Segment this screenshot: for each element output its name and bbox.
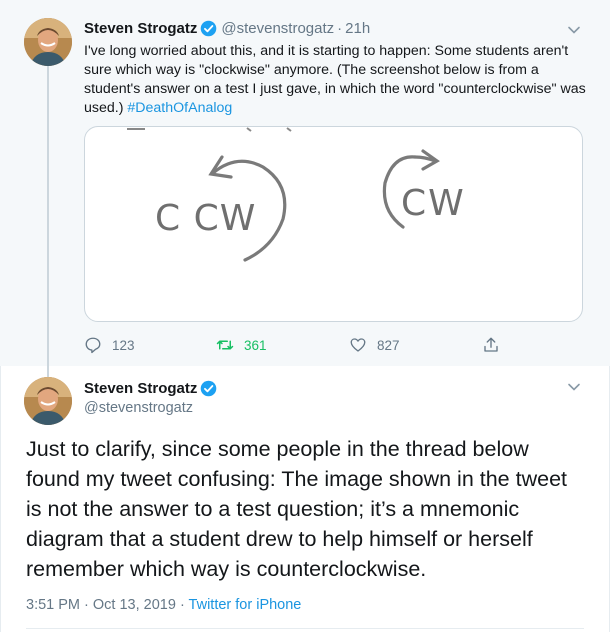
author-handle[interactable]: @stevenstrogatz	[221, 20, 334, 37]
hashtag-link[interactable]: #DeathOfAnalog	[127, 100, 232, 116]
focused-tweet-header: Steven Strogatz	[84, 380, 221, 397]
share-button[interactable]	[482, 336, 510, 354]
verified-icon	[200, 380, 217, 397]
tweet-text: I've long worried about this, and it is …	[84, 42, 589, 118]
chevron-down-icon[interactable]	[567, 23, 581, 37]
divider	[26, 628, 584, 629]
verified-icon	[200, 20, 217, 37]
separator-dot: ·	[337, 20, 343, 37]
share-icon	[482, 336, 510, 354]
tweet-media-image[interactable]: C CW CW	[84, 126, 583, 322]
tweet-timestamp[interactable]: 3:51 PM · Oct 13, 2019 ·	[26, 597, 189, 613]
reply-count: 123	[112, 337, 135, 353]
parent-tweet[interactable]: Steven Strogatz @stevenstrogatz · 21h I'…	[0, 0, 610, 378]
like-icon	[349, 336, 377, 354]
tweet-actions: 123 361 827	[84, 336, 514, 356]
tweet-time[interactable]: 21h	[345, 20, 370, 37]
focused-tweet-text: Just to clarify, since some people in th…	[26, 437, 567, 581]
retweet-button[interactable]: 361	[216, 336, 267, 354]
cw-label: CW	[401, 183, 466, 224]
retweet-count: 361	[244, 337, 267, 353]
author-name[interactable]: Steven Strogatz	[84, 380, 197, 397]
ccw-label: C CW	[155, 198, 256, 239]
tweet-meta: 3:51 PM · Oct 13, 2019 · Twitter for iPh…	[26, 597, 301, 613]
chevron-down-icon[interactable]	[567, 380, 581, 394]
thread-connector-line	[47, 66, 49, 378]
tweet-source-link[interactable]: Twitter for iPhone	[189, 597, 302, 613]
retweet-icon	[216, 336, 244, 354]
author-name[interactable]: Steven Strogatz	[84, 20, 197, 37]
reply-icon	[84, 336, 112, 354]
author-handle[interactable]: @stevenstrogatz	[84, 400, 193, 416]
reply-button[interactable]: 123	[84, 336, 135, 354]
avatar[interactable]	[24, 18, 72, 66]
like-button[interactable]: 827	[349, 336, 400, 354]
tweet-header: Steven Strogatz @stevenstrogatz · 21h	[84, 20, 370, 37]
like-count: 827	[377, 337, 400, 353]
avatar[interactable]	[24, 377, 72, 425]
